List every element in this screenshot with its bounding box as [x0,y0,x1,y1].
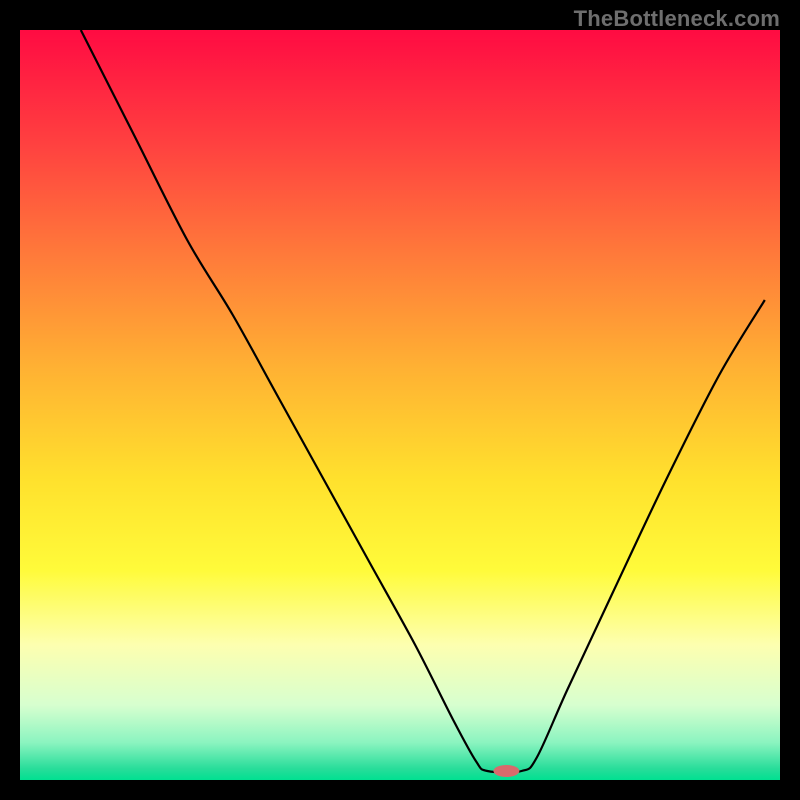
optimal-point-marker [493,765,519,777]
watermark-label: TheBottleneck.com [574,6,780,32]
bottleneck-chart-svg [0,0,800,800]
chart-stage: TheBottleneck.com [0,0,800,800]
chart-plot-area [20,30,780,780]
